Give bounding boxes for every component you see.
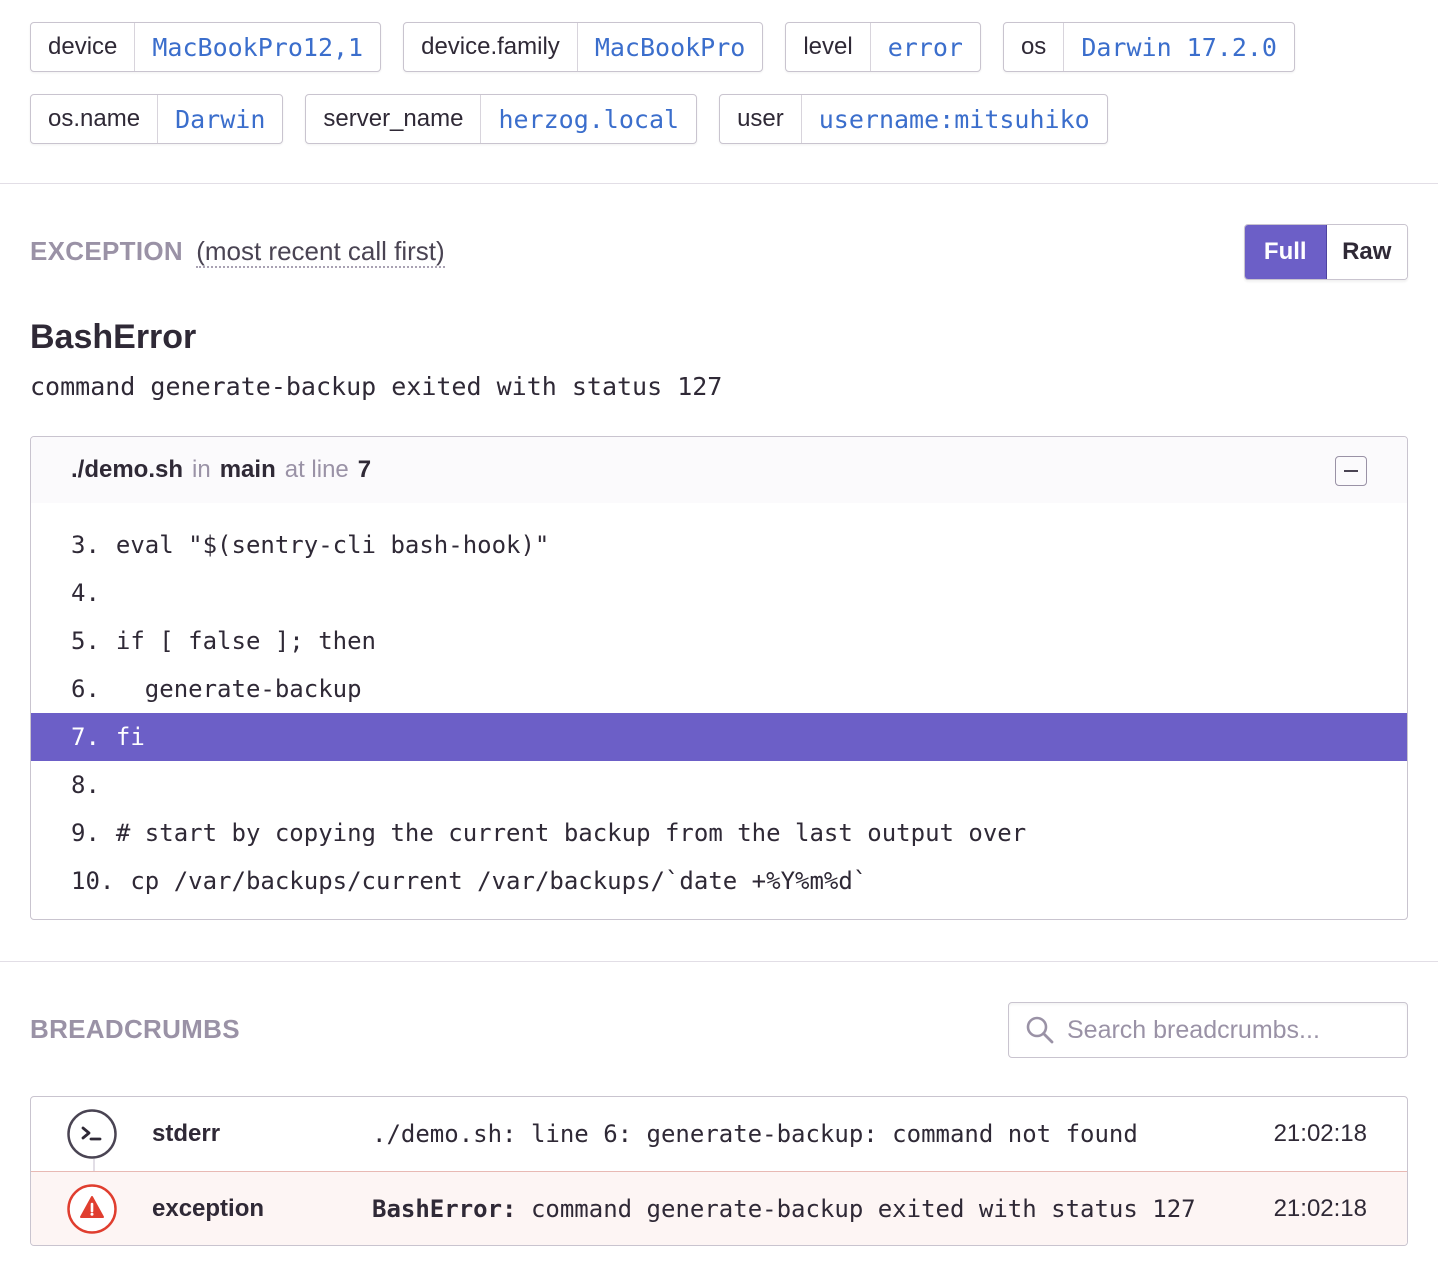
exception-heading: EXCEPTION (most recent call first) [30,236,445,268]
code-line: 6. generate-backup [31,665,1407,713]
line-code: fi [115,723,145,751]
search-icon [1026,1016,1054,1044]
tag-row: device MacBookPro12,1 device.family MacB… [30,22,1410,72]
tag-level[interactable]: level error [785,22,981,72]
line-number: 3. [71,531,100,559]
code-line: 5. if [ false ]; then [31,617,1407,665]
section-divider [0,183,1438,184]
breadcrumbs-heading: BREADCRUMBS [30,1014,240,1044]
tag-os-name[interactable]: os.name Darwin [30,94,284,144]
exception-value: command generate-backup exited with stat… [30,372,723,401]
breadcrumb-message: BashError: command generate-backup exite… [372,1195,1196,1223]
stack-frame: ./demo.sh in main at line 7 3. eval "$(se… [30,436,1408,920]
breadcrumb-item[interactable]: stderr ./demo.sh: line 6: generate-backu… [31,1097,1407,1171]
line-code: # start by copying the current backup fr… [115,819,1027,847]
breadcrumb-time: 21:02:18 [1273,1120,1367,1147]
breadcrumb-message-text: ./demo.sh: line 6: generate-backup: comm… [372,1120,1138,1148]
tag-user[interactable]: user username:mitsuhiko [719,94,1108,144]
collapse-icon[interactable] [1335,456,1367,486]
frame-at-line-label: at line [284,456,349,483]
terminal-icon [67,1109,117,1159]
tag-value[interactable]: herzog.local [481,95,696,143]
breadcrumb-message-prefix: BashError: [372,1195,517,1223]
breadcrumb-search [1008,1002,1408,1058]
breadcrumb-type: stderr [152,1120,221,1147]
tag-os[interactable]: os Darwin 17.2.0 [1002,22,1295,72]
full-button[interactable]: Full [1245,225,1327,279]
tag-key: server_name [306,95,482,143]
tag-server-name[interactable]: server_name herzog.local [305,94,698,144]
breadcrumb-message-text: command generate-backup exited with stat… [516,1195,1196,1223]
raw-button[interactable]: Raw [1326,225,1407,279]
call-order-toggle[interactable]: (most recent call first) [196,236,445,268]
tag-key: user [720,95,802,143]
breadcrumb-list: stderr ./demo.sh: line 6: generate-backu… [30,1096,1408,1246]
tag-device-family[interactable]: device.family MacBookPro [403,22,764,72]
tag-value[interactable]: MacBookPro [578,23,763,71]
breadcrumb-time: 21:02:18 [1273,1195,1367,1222]
tags-section: device MacBookPro12,1 device.family MacB… [30,22,1410,166]
line-number: 5. [71,627,100,655]
line-number: 7. [71,723,100,751]
code-line: 8. [31,761,1407,809]
search-input[interactable] [1065,1014,1389,1046]
tag-value[interactable]: username:mitsuhiko [802,95,1107,143]
exception-type: BashError [30,318,197,356]
code-line: 4. [31,569,1407,617]
code-line: 10. cp /var/backups/current /var/backups/… [31,857,1407,905]
breadcrumb-message: ./demo.sh: line 6: generate-backup: comm… [372,1120,1138,1148]
frame-filename: ./demo.sh [71,456,184,483]
breadcrumb-item[interactable]: exception BashError: command generate-ba… [31,1171,1407,1245]
tag-value[interactable]: error [871,23,980,71]
tag-key: device [31,23,136,71]
breadcrumb-type: exception [152,1195,265,1222]
section-divider [0,961,1438,962]
tag-device[interactable]: device MacBookPro12,1 [30,22,382,72]
line-number: 6. [71,675,100,703]
tag-value[interactable]: Darwin [158,95,282,143]
tag-key: os [1004,23,1065,71]
code-line: 9. # start by copying the current backup … [31,809,1407,857]
tag-key: os.name [31,95,159,143]
line-code: generate-backup [115,675,362,703]
tag-value[interactable]: Darwin 17.2.0 [1064,23,1294,71]
line-number: 4. [71,579,100,607]
line-code: eval "$(sentry-cli bash-hook)" [115,531,550,559]
frame-function: main [219,456,276,483]
code-context: 3. eval "$(sentry-cli bash-hook)" 4. 5. if… [31,503,1407,905]
tag-key: device.family [404,23,578,71]
tag-row: os.name Darwin server_name herzog.local … [30,94,1410,144]
frame-header[interactable]: ./demo.sh in main at line 7 [31,437,1407,503]
frame-in-label: in [192,456,211,483]
line-number: 9. [71,819,100,847]
frame-line-number: 7 [357,456,372,483]
code-line-active: 7. fi [31,713,1407,761]
line-code: cp /var/backups/current /var/backups/`da… [130,867,868,895]
line-number: 10. [71,867,115,895]
line-number: 8. [71,771,100,799]
line-code: if [ false ]; then [115,627,376,655]
exception-label: EXCEPTION [30,236,183,266]
view-toggle: Full Raw [1244,224,1408,280]
tag-value[interactable]: MacBookPro12,1 [135,23,380,71]
code-line: 3. eval "$(sentry-cli bash-hook)" [31,521,1407,569]
warning-icon [67,1184,117,1234]
tag-key: level [786,23,871,71]
